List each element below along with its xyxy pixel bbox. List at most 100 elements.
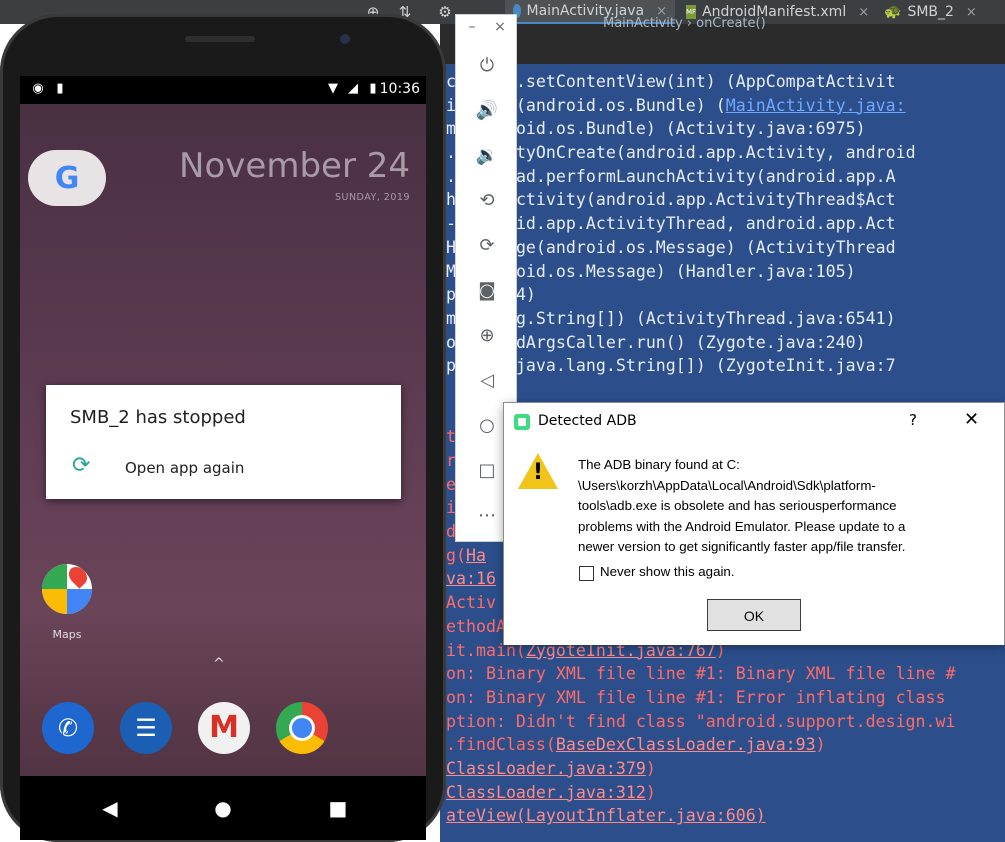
console-text: aunchActivity(android.app.ActivityThread… (456, 190, 896, 210)
rotate-right-icon[interactable]: ⟳ (474, 233, 500, 259)
console-line: p.main(java.lang.String[]) (ZygoteInit.j… (446, 354, 956, 378)
console-line: ateView(LayoutInflater.java:606) (446, 804, 956, 828)
console-line: on: Binary XML file line #1: Error infla… (446, 686, 956, 710)
console-line: HeMessage(android.os.Message) (ActivityT… (446, 236, 956, 260)
source-link[interactable]: Ha (466, 546, 486, 565)
map-pin-icon (65, 564, 91, 589)
console-text: on: Binary XML file line #1: Binary XML … (446, 664, 956, 684)
tab-smb2[interactable]: 🐢 SMB_2 × (876, 0, 1005, 24)
console-text: ption: Didn't find class "android.suppor… (446, 711, 956, 731)
chat-bubble-icon: ☰ (135, 714, 157, 742)
rotate-left-icon[interactable]: ⟲ (474, 188, 500, 214)
ok-button[interactable]: OK (707, 599, 801, 631)
console-line: mva.lang.String[]) (ActivityThread.java:… (446, 307, 956, 331)
dialog-title-bar[interactable]: Detected ADB ? ✕ (504, 403, 1004, 441)
source-link[interactable]: va:16 (446, 569, 496, 588)
never-show-again-checkbox[interactable] (579, 566, 594, 581)
breadcrumb[interactable]: MainActivity › onCreate() (603, 16, 766, 31)
gear-icon[interactable]: ⚙ (436, 3, 454, 21)
source-link[interactable]: ClassLoader.java:379 (446, 759, 646, 778)
console-line: -(android.app.ActivityThread, android.ap… (446, 212, 956, 236)
close-tab-icon[interactable]: × (858, 5, 869, 20)
message-line: newer version to get significantly faste… (578, 539, 906, 554)
maps-app-label: Maps (52, 628, 82, 641)
maps-app-icon[interactable] (42, 564, 92, 614)
console-text: tivity.setContentView(int) (AppCompatAct… (456, 72, 896, 91)
console-text: ) (815, 735, 826, 755)
google-search-widget[interactable]: G (28, 150, 106, 206)
console-line: on: Binary XML file line #1: Binary XML … (446, 662, 956, 686)
console-text: g( (446, 545, 466, 565)
console-text: e(android.os.Bundle) (Activity.java:6975… (456, 119, 866, 139)
battery-icon: ▮ (369, 81, 377, 96)
breadcrumb-bar: MainActivity › onCreate() (440, 16, 1005, 64)
sd-card-icon: ▮ (56, 81, 64, 96)
camera-icon[interactable]: ◙ (474, 278, 500, 304)
console-line: me(android.os.Bundle) (Activity.java:697… (446, 117, 956, 141)
power-icon[interactable]: ⏻ (474, 53, 500, 79)
phone-handset-icon: ✆ (57, 714, 79, 742)
close-dialog-button[interactable]: ✕ (964, 409, 979, 430)
help-button[interactable]: ? (909, 411, 917, 429)
console-line: haunchActivity(android.app.ActivityThrea… (446, 188, 956, 212)
message-line: tools\adb.exe is obsolete and has seriou… (578, 498, 897, 513)
android-nav-bar: ◀ ● ■ (20, 776, 426, 840)
wifi-icon: ▼ (328, 81, 338, 96)
home-icon[interactable]: ○ (474, 413, 500, 439)
never-show-again-label[interactable]: Never show this again. (600, 564, 735, 579)
nav-recents-icon[interactable]: ■ (326, 796, 350, 820)
crash-dialog-title: SMB_2 has stopped (70, 407, 246, 428)
console-line: .ActivityOnCreate(android.app.Activity, … (446, 141, 956, 165)
refresh-icon: ⟳ (72, 453, 91, 478)
record-icon: ◉ (32, 81, 44, 96)
nav-back-icon[interactable]: ◀ (98, 796, 122, 820)
console-line: .findClass(BaseDexClassLoader.java:93) (446, 733, 956, 757)
message-line: \Users\korzh\AppData\Local\Android\Sdk\p… (578, 477, 876, 493)
overview-icon[interactable]: □ (474, 458, 500, 484)
console-text: tyThread.performLaunchActivity(android.a… (456, 166, 896, 186)
source-link[interactable]: MainActivity.java: (726, 96, 906, 115)
nav-home-icon[interactable]: ● (211, 796, 235, 820)
dialog-body: ! The ADB binary found at C: \Users\korz… (504, 441, 1004, 645)
phone-app-icon[interactable]: ✆ (42, 702, 94, 754)
date-widget[interactable]: November 24 (179, 146, 410, 186)
console-text: ) (645, 758, 656, 778)
open-app-again-label: Open app again (125, 459, 245, 477)
dialog-title: Detected ADB (538, 413, 637, 429)
console-line: othodAndArgsCaller.run() (Zygote.java:24… (446, 331, 956, 355)
app-dock: ✆ ☰ M (20, 676, 426, 776)
gmail-app-icon[interactable]: M (198, 702, 250, 754)
zoom-icon[interactable]: ⊕ (474, 323, 500, 349)
envelope-icon: M (209, 710, 239, 745)
messages-app-icon[interactable]: ☰ (120, 702, 172, 754)
status-time: 10:36 (379, 81, 420, 97)
console-line: ption: Didn't find class "android.suppor… (446, 710, 956, 734)
phone-emulator: ◉ ▮ ▼ ◢ ▮ 10:36 G November 24 SUNDAY, 20… (0, 14, 446, 842)
emulator-minimize-button[interactable]: – (464, 19, 480, 35)
source-link[interactable]: BaseDexClassLoader.java:93 (556, 735, 816, 754)
app-crash-dialog: SMB_2 has stopped ⟳ Open app again (46, 385, 401, 499)
status-bar: ◉ ▮ ▼ ◢ ▮ 10:36 (20, 76, 426, 104)
console-text: on: Binary XML file line #1: Error infla… (446, 687, 946, 707)
signal-icon: ◢ (348, 81, 358, 96)
emulator-close-button[interactable]: × (492, 19, 508, 35)
more-icon[interactable]: ⋯ (474, 503, 500, 529)
console-text: Activ (446, 593, 496, 613)
open-app-again-button[interactable]: ⟳ Open app again (46, 447, 401, 489)
console-text: eMessage(android.os.Message) (ActivityTh… (456, 237, 896, 257)
source-link[interactable]: ateView(LayoutInflater.java:606) (446, 806, 766, 825)
back-icon[interactable]: ◁ (474, 368, 500, 394)
console-line: Me(android.os.Message) (Handler.java:105… (446, 260, 956, 284)
chrome-app-icon[interactable] (276, 702, 328, 754)
app-drawer-chevron-icon[interactable]: ^ (213, 656, 225, 672)
date-weekday-year: SUNDAY, 2019 (334, 192, 410, 203)
volume-down-icon[interactable]: 🔉 (474, 143, 500, 169)
volume-up-icon[interactable]: 🔊 (474, 98, 500, 124)
detected-adb-dialog: Detected ADB ? ✕ ! The ADB binary found … (503, 402, 1005, 645)
source-link[interactable]: ClassLoader.java:312 (446, 783, 646, 802)
chrome-center-icon (292, 718, 312, 738)
close-tab-icon[interactable]: × (966, 5, 977, 20)
phone-screen[interactable]: ◉ ▮ ▼ ◢ ▮ 10:36 G November 24 SUNDAY, 20… (20, 76, 426, 840)
front-camera (340, 34, 350, 44)
